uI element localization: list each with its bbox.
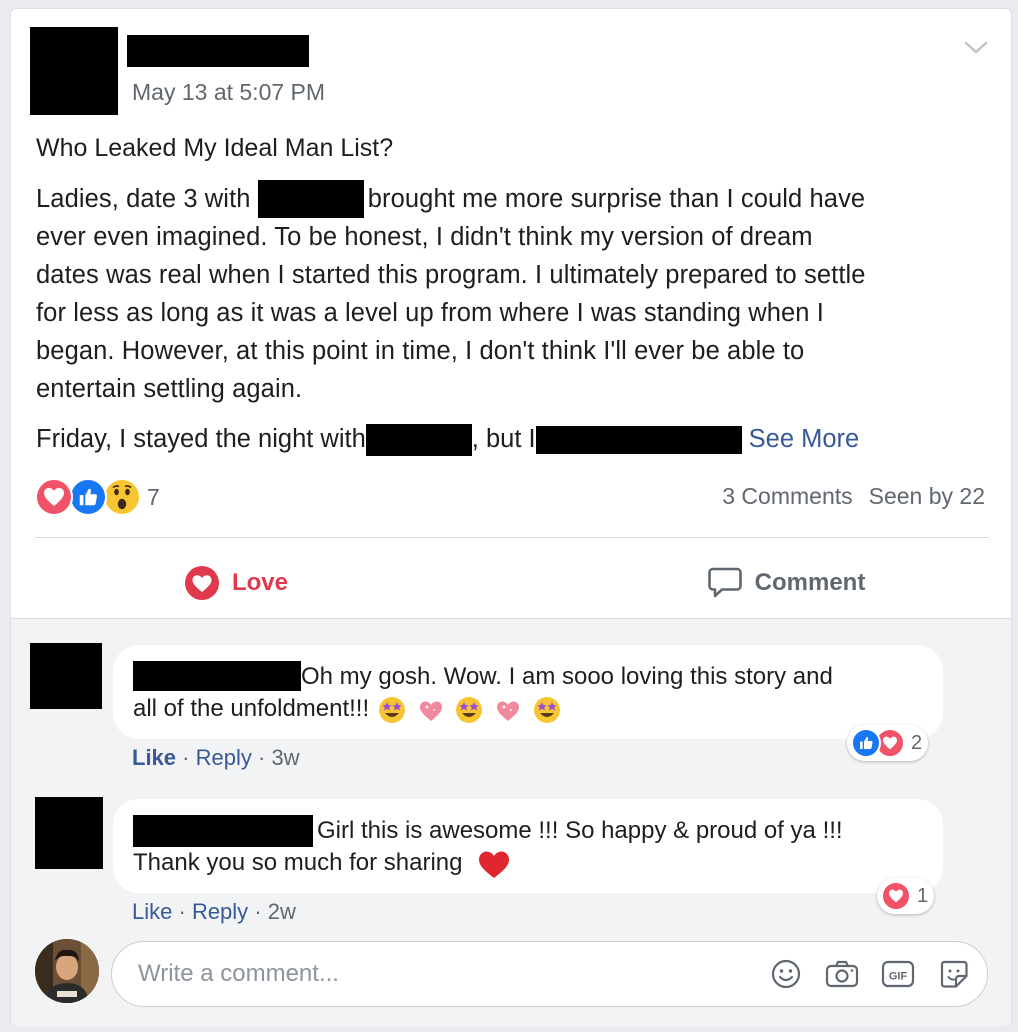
comment-like-link[interactable]: Like (132, 745, 176, 770)
see-more-link[interactable]: See More (749, 425, 860, 453)
post-body-line: ever even imagined. To be honest, I didn… (36, 223, 813, 251)
comment-reply-link[interactable]: Reply (196, 745, 252, 770)
current-user-avatar[interactable] (35, 939, 99, 1003)
divider (35, 537, 989, 538)
reaction-count: 7 (147, 483, 160, 510)
post-body-line: Ladies, date 3 with brought me more surp… (36, 180, 991, 218)
star-struck-emoji-icon (533, 696, 560, 723)
post-body-line: entertain settling again. (36, 375, 303, 403)
like-reaction-icon (851, 728, 881, 758)
comment-text: Thank you so much for sharing (133, 847, 943, 880)
emoji-icon[interactable] (769, 957, 803, 991)
sparkling-heart-emoji-icon (496, 701, 519, 721)
comment-meta: Like · Reply · 2w (132, 899, 296, 924)
sparkling-heart-emoji-icon (419, 701, 442, 721)
love-button[interactable]: Love (11, 549, 501, 617)
post-body-line: for less as long as it was a level up fr… (36, 299, 824, 327)
camera-icon[interactable] (825, 957, 859, 991)
comment-like-link[interactable]: Like (132, 899, 172, 924)
post-body: Ladies, date 3 with brought me more surp… (36, 180, 991, 408)
write-comment-input[interactable] (138, 960, 769, 988)
redacted-profile-picture[interactable] (30, 27, 118, 115)
comment-reaction-count: 1 (917, 884, 929, 907)
redacted-author-name[interactable] (127, 35, 309, 67)
seen-by-link[interactable]: Seen by 22 (869, 483, 985, 510)
post-timestamp[interactable]: May 13 at 5:07 PM (132, 79, 325, 106)
comment-age[interactable]: 3w (271, 745, 299, 770)
redacted-text (535, 426, 742, 455)
chevron-down-icon[interactable] (963, 37, 989, 59)
comment-reactions-badge[interactable]: 2 (847, 725, 929, 761)
reactions-summary[interactable]: 7 (35, 477, 160, 517)
user-photo (35, 939, 99, 1003)
redacted-commenter-avatar[interactable] (30, 643, 102, 709)
comments-count-link[interactable]: 3 Comments (722, 483, 852, 510)
comment-composer: GIF (111, 941, 988, 1007)
comment-text: Oh my gosh. Wow. I am sooo loving this s… (133, 661, 943, 693)
star-struck-emoji-icon (456, 696, 483, 723)
redacted-commenter-avatar[interactable] (35, 797, 103, 869)
svg-text:GIF: GIF (889, 971, 908, 983)
post-actions: Love Comment (11, 549, 1011, 617)
composer-tools: GIF (769, 957, 971, 991)
comment-icon (707, 567, 742, 598)
comment-reply-link[interactable]: Reply (192, 899, 248, 924)
comment-reactions-badge[interactable]: 1 (877, 878, 935, 914)
comment-text: Girl this is awesome !!! So happy & prou… (133, 815, 943, 847)
red-heart-emoji-icon (479, 851, 510, 878)
comment-button[interactable]: Comment (501, 549, 1011, 617)
post-body-line: began. However, at this point in time, I… (36, 337, 805, 365)
wow-reaction-icon (103, 478, 141, 516)
love-reaction-icon (35, 478, 73, 516)
comment-text: all of the unfoldment!!! (133, 693, 943, 725)
post-card: May 13 at 5:07 PM Who Leaked My Ideal Ma… (10, 8, 1012, 1026)
comment-bubble: Girl this is awesome !!! So happy & prou… (113, 799, 943, 893)
comment-age[interactable]: 2w (268, 899, 296, 924)
comment-bubble: Oh my gosh. Wow. I am sooo loving this s… (113, 645, 943, 739)
redacted-commenter-name[interactable] (133, 815, 313, 847)
comment-label: Comment (754, 569, 866, 596)
redacted-commenter-name[interactable] (133, 661, 301, 691)
comment-meta: Like · Reply · 3w (132, 745, 300, 770)
like-reaction-icon (69, 478, 107, 516)
love-icon (184, 566, 219, 600)
love-reaction-icon (881, 881, 911, 911)
redacted-name (257, 180, 364, 218)
post-body-truncated-line: Friday, I stayed the night with, but I S… (36, 421, 859, 457)
gif-icon[interactable]: GIF (881, 957, 915, 991)
post-stats: 3 Comments Seen by 22 (722, 483, 985, 510)
comment-reaction-count: 2 (911, 731, 923, 754)
love-label: Love (231, 569, 288, 596)
sticker-icon[interactable] (937, 957, 971, 991)
post-body-line: dates was real when I started this progr… (36, 261, 866, 289)
star-struck-emoji-icon (378, 696, 405, 723)
post-title: Who Leaked My Ideal Man List? (36, 134, 394, 162)
redacted-name (365, 424, 472, 457)
